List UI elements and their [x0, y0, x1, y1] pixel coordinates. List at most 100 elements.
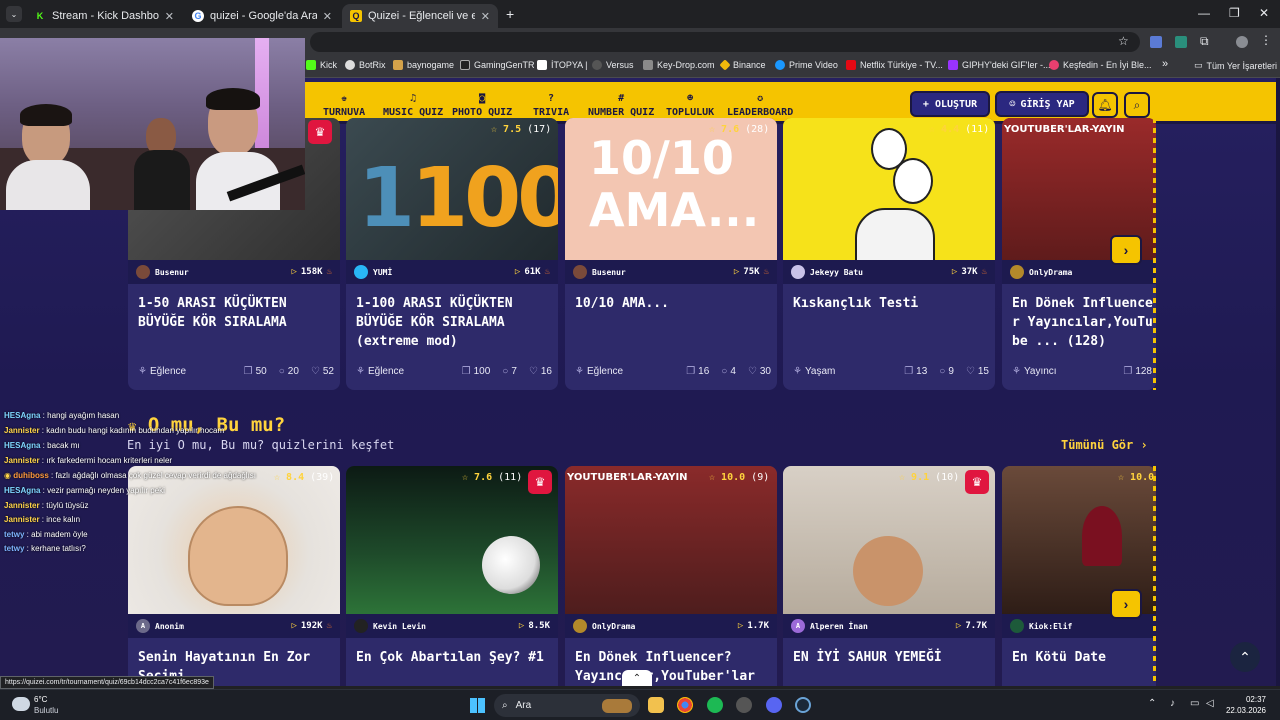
- quiz-title[interactable]: 10/10 AMA...: [575, 294, 769, 314]
- clock-date[interactable]: 22.03.2026: [1218, 706, 1266, 715]
- quiz-card[interactable]: ☆ 7.6 (11) ♛ Kevin Levin ▷ 8.5K En Çok Ab…: [346, 466, 558, 686]
- extension-icon[interactable]: [1175, 36, 1187, 48]
- tab-kick-dashboard[interactable]: K Stream - Kick Dashboard ✕: [26, 4, 182, 28]
- create-button[interactable]: + OLUŞTUR: [910, 91, 990, 117]
- profile-icon[interactable]: [1236, 36, 1248, 48]
- bookmark-baynogame[interactable]: baynogame: [393, 60, 454, 70]
- bookmark-versus[interactable]: Versus: [592, 60, 634, 70]
- bookmark-botrix[interactable]: BotRix: [345, 60, 386, 70]
- restore-icon[interactable]: ❐: [1229, 6, 1240, 20]
- bookmark-netflix[interactable]: Netflix Türkiye - TV...: [846, 60, 943, 70]
- quiz-card[interactable]: ☆ 9.1 (10) ♛ A Alperen İnan ▷ 7.7K EN İYİ …: [783, 466, 995, 686]
- bookmark-kesfedin[interactable]: Keşfedin - En İyi Ble...: [1049, 60, 1152, 70]
- quiz-card[interactable]: ☆ 8.4 (39) A Anonim ▷ 192K ♨ Senin Hayatını…: [128, 466, 340, 686]
- notification-bell-icon[interactable]: 🔔︎: [1092, 92, 1118, 118]
- login-button[interactable]: ☺ GİRİŞ YAP: [995, 91, 1089, 117]
- close-tab-icon[interactable]: ✕: [481, 10, 490, 23]
- quiz-title[interactable]: En Çok Abartılan Şey? #1: [356, 648, 550, 686]
- bookmark-star-icon[interactable]: ☆: [1118, 34, 1129, 48]
- nav-topluluk[interactable]: ☻ TOPLULUK: [666, 88, 714, 118]
- quiz-title[interactable]: Kıskançlık Testi: [793, 294, 987, 314]
- weather-desc[interactable]: Bulutlu: [34, 706, 58, 715]
- clock-time[interactable]: 02:37: [1236, 695, 1266, 704]
- url-input[interactable]: [310, 32, 1140, 52]
- bookmark-keydrop[interactable]: Key-Drop.com: [643, 60, 715, 70]
- new-tab-button[interactable]: +: [506, 6, 514, 22]
- tab-search-icon[interactable]: ⌄: [6, 6, 22, 22]
- nav-turnuva[interactable]: ♚ TURNUVA: [323, 88, 365, 118]
- author-name[interactable]: Alperen İnan: [810, 622, 868, 631]
- tab-quizei[interactable]: Q Quizei - Eğlenceli ve etkileşimli ✕: [342, 4, 498, 28]
- extension-icon[interactable]: [1150, 36, 1162, 48]
- quiz-meta: OnlyDrama ▷ 1.7K: [565, 614, 777, 638]
- volume-icon[interactable]: ◁: [1206, 698, 1214, 709]
- carousel-next-button[interactable]: ›: [1110, 235, 1142, 265]
- carousel-next-button[interactable]: ›: [1110, 589, 1142, 619]
- category[interactable]: ⚘ Yayıncı: [1012, 366, 1057, 377]
- taskbar-search[interactable]: ⌕ Ara: [494, 694, 640, 717]
- nav-music-quiz[interactable]: ♫ MUSIC QUIZ: [383, 88, 443, 118]
- category[interactable]: ⚘ Eğlence: [356, 366, 404, 377]
- menu-dots-icon[interactable]: ⋮: [1260, 33, 1272, 47]
- chevron-up-icon[interactable]: ⌃: [622, 670, 652, 686]
- see-all-link[interactable]: Tümünü Gör ›: [1061, 438, 1148, 452]
- windows-start-icon[interactable]: [470, 698, 485, 713]
- tray-expand-icon[interactable]: ⌃: [1148, 698, 1156, 709]
- bookmarks-more-button[interactable]: »: [1162, 58, 1168, 70]
- quiz-card[interactable]: ☆ 10.0 Kiok:Elif En Kötü Date: [1002, 466, 1156, 686]
- author-name[interactable]: OnlyDrama: [592, 622, 635, 631]
- author-name[interactable]: YUMİ: [373, 268, 392, 277]
- discord-icon[interactable]: [766, 697, 782, 713]
- close-tab-icon[interactable]: ✕: [323, 10, 332, 23]
- author-name[interactable]: Jekeyy Batu: [810, 268, 863, 277]
- author-name[interactable]: Kiok:Elif: [1029, 622, 1072, 631]
- file-explorer-icon[interactable]: [648, 697, 664, 713]
- nav-photo-quiz[interactable]: ◙ PHOTO QUIZ: [452, 88, 512, 118]
- quiz-title[interactable]: 1-50 ARASI KÜÇÜKTEN BÜYÜĞE KÖR SIRALAMA: [138, 294, 332, 334]
- minimize-icon[interactable]: —: [1198, 6, 1210, 20]
- spotify-icon[interactable]: [707, 697, 723, 713]
- nav-leaderboard[interactable]: ✪ LEADERBOARD: [727, 88, 793, 118]
- bookmark-itopya[interactable]: İTOPYA |: [537, 60, 588, 70]
- extensions-puzzle-icon[interactable]: ⧉: [1200, 34, 1209, 49]
- author-name[interactable]: OnlyDrama: [1029, 268, 1072, 277]
- quiz-title[interactable]: En Dönek Influencer Yayıncılar,YouTube .…: [1012, 294, 1154, 354]
- avatar: A: [791, 619, 805, 633]
- bookmark-binance[interactable]: Binance: [719, 59, 766, 71]
- bookmark-gaminggentr[interactable]: GamingGenTR: [460, 60, 535, 70]
- weather-temp[interactable]: 6°C: [34, 695, 47, 704]
- microphone-icon[interactable]: ♪: [1170, 698, 1175, 709]
- quiz-card[interactable]: 10/10 AMA... ☆ 7.6 (28) Busenur ▷ 75K ♨ 10…: [565, 118, 777, 390]
- category[interactable]: ⚘ Eğlence: [138, 366, 186, 377]
- quiz-card[interactable]: 1100 ☆ 7.5 (17) YUMİ ▷ 61K ♨ 1-100 ARASI K…: [346, 118, 558, 390]
- network-icon[interactable]: ▭: [1190, 698, 1199, 709]
- close-tab-icon[interactable]: ✕: [165, 10, 174, 23]
- quiz-card[interactable]: YOUTUBER'LAR-YAYIN ☆ 10.0 (9) OnlyDrama …: [565, 466, 777, 686]
- quiz-title[interactable]: En Kötü Date: [1012, 648, 1154, 686]
- steam-icon[interactable]: [795, 697, 811, 713]
- bookmark-giphy[interactable]: GIPHY'deki GIF'ler -...: [948, 60, 1050, 70]
- nav-number-quiz[interactable]: # NUMBER QUIZ: [588, 88, 654, 118]
- nav-trivia[interactable]: ? TRIVIA: [533, 88, 569, 118]
- bookmark-kick[interactable]: Kick: [306, 60, 337, 70]
- close-window-icon[interactable]: ✕: [1259, 6, 1269, 20]
- category[interactable]: ⚘ Eğlence: [575, 366, 623, 377]
- quiz-title[interactable]: EN İYİ SAHUR YEMEĞİ: [793, 648, 987, 686]
- author-name[interactable]: Busenur: [592, 268, 626, 277]
- quiz-card[interactable]: ☆ 4.4 (11) Jekeyy Batu ▷ 37K ♨ Kıskançlık …: [783, 118, 995, 390]
- page-scrollbar[interactable]: [1276, 78, 1280, 686]
- author-name[interactable]: Anonim: [155, 622, 184, 631]
- scroll-to-top-button[interactable]: ⌃: [1230, 642, 1260, 672]
- obs-icon[interactable]: [736, 697, 752, 713]
- bookmark-primevideo[interactable]: Prime Video: [775, 60, 838, 70]
- quiz-title[interactable]: 1-100 ARASI KÜÇÜKTEN BÜYÜĞE KÖR SIRALAMA…: [356, 294, 550, 354]
- chrome-icon[interactable]: [677, 697, 693, 713]
- search-icon[interactable]: ⌕: [1124, 92, 1150, 118]
- author-name[interactable]: Kevin Levin: [373, 622, 426, 631]
- quiz-title[interactable]: En Dönek Influencer? Yayıncılar,YouTuber…: [575, 648, 769, 686]
- category[interactable]: ⚘ Yaşam: [793, 366, 835, 377]
- author-name[interactable]: Busenur: [155, 268, 189, 277]
- like-count-value: 15: [977, 366, 989, 377]
- tab-google-search[interactable]: G quizei - Google'da Ara ✕: [184, 4, 340, 28]
- all-bookmarks-button[interactable]: ▭ Tüm Yer İşaretleri: [1194, 60, 1277, 71]
